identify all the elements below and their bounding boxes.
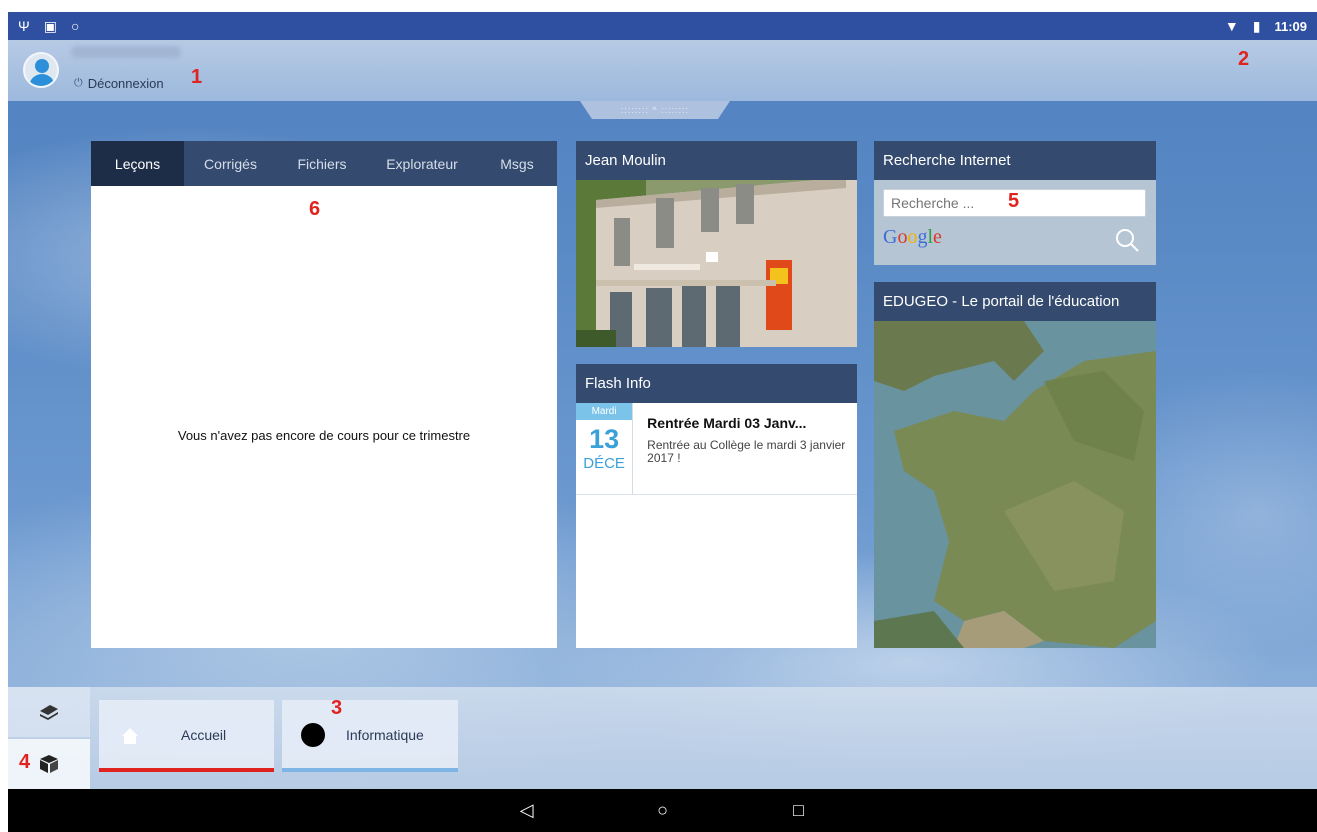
google-logo: Google xyxy=(883,226,942,248)
news-content: Rentrée Mardi 03 Janv... Rentrée au Coll… xyxy=(633,403,857,494)
books-button[interactable] xyxy=(8,687,90,737)
chevron-up-icon: :::::::: ^ :::::::: xyxy=(620,105,690,115)
news-item[interactable]: Mardi 13 DÉCE Rentrée Mardi 03 Janv... R… xyxy=(576,403,857,495)
tab-accueil[interactable]: Accueil xyxy=(99,700,274,772)
tablet-screen: Ψ ▣ ○ ▼ ▮ 11:09 ⏻ Déconnexion 1 2 ::::::… xyxy=(8,12,1317,832)
tab-fichiers[interactable]: Fichiers xyxy=(277,141,367,186)
books-icon xyxy=(40,705,58,720)
top-bar-pull-handle[interactable]: :::::::: ^ :::::::: xyxy=(580,101,730,119)
power-icon: ⏻ xyxy=(74,77,83,89)
internet-search-widget: Recherche Internet 5 Google xyxy=(874,141,1156,265)
clock: 11:09 xyxy=(1274,18,1307,34)
lessons-tabs: Leçons Corrigés Fichiers Explorateur Msg… xyxy=(91,141,557,186)
flash-info-widget: Flash Info Mardi 13 DÉCE Rentrée Mardi 0… xyxy=(576,364,857,648)
avatar-head xyxy=(35,59,49,73)
back-icon[interactable]: ◁ xyxy=(509,800,545,821)
news-date: Mardi 13 DÉCE xyxy=(576,403,634,494)
wifi-icon: ▼ xyxy=(1224,18,1239,34)
school-title: Jean Moulin xyxy=(576,141,857,180)
logout-button[interactable]: ⏻ Déconnexion xyxy=(74,76,164,91)
annotation-3: 3 xyxy=(331,697,343,719)
cube-icon xyxy=(40,755,58,773)
battery-icon: ▮ xyxy=(1252,18,1261,34)
school-photo xyxy=(576,180,857,347)
search-icon[interactable] xyxy=(1114,227,1140,253)
avatar[interactable] xyxy=(23,52,59,88)
france-map-image xyxy=(874,321,1156,648)
tab-informatique-label: Informatique xyxy=(346,727,424,743)
school-widget[interactable]: Jean Moulin xyxy=(576,141,857,347)
search-title: Recherche Internet xyxy=(874,141,1156,180)
course-color-icon xyxy=(301,723,325,747)
usb-icon: Ψ xyxy=(18,18,30,34)
top-bar: ⏻ Déconnexion xyxy=(8,40,1317,101)
news-day-name: Mardi xyxy=(576,403,633,420)
bottom-dock: 4 Accueil Informatique 3 xyxy=(8,687,1317,789)
home-button-icon[interactable]: ○ xyxy=(645,800,681,821)
sync-icon: ○ xyxy=(70,18,80,34)
status-bar: Ψ ▣ ○ ▼ ▮ 11:09 xyxy=(8,12,1317,40)
recents-icon[interactable]: □ xyxy=(781,800,817,821)
tab-corriges[interactable]: Corrigés xyxy=(184,141,277,186)
android-navigation-bar: ◁ ○ □ xyxy=(8,789,1317,832)
tab-msgs[interactable]: Msgs xyxy=(477,141,557,186)
username-redacted xyxy=(71,46,181,58)
avatar-body xyxy=(29,74,55,86)
edugeo-title: EDUGEO - Le portail de l'éducation xyxy=(874,282,1156,321)
active-tab-indicator xyxy=(99,768,274,772)
logout-label: Déconnexion xyxy=(87,76,164,91)
tab-lecons[interactable]: Leçons xyxy=(91,141,184,186)
tab-informatique[interactable]: Informatique xyxy=(282,700,458,772)
news-day-number: 13 xyxy=(589,424,620,454)
flash-info-title: Flash Info xyxy=(576,364,857,403)
tab-indicator xyxy=(282,768,458,772)
tab-accueil-label: Accueil xyxy=(181,727,227,743)
annotation-1: 1 xyxy=(191,66,203,88)
news-month: DÉCE xyxy=(583,455,625,472)
empty-lessons-message: Vous n'avez pas encore de cours pour ce … xyxy=(177,428,471,443)
tab-explorateur[interactable]: Explorateur xyxy=(367,141,477,186)
annotation-5: 5 xyxy=(1008,190,1020,212)
annotation-4: 4 xyxy=(19,751,31,773)
annotation-6: 6 xyxy=(309,198,321,220)
news-body: Rentrée au Collège le mardi 3 janvier 20… xyxy=(647,438,846,465)
home-icon xyxy=(122,728,138,744)
news-title: Rentrée Mardi 03 Janv... xyxy=(647,415,807,431)
lessons-widget: Leçons Corrigés Fichiers Explorateur Msg… xyxy=(91,141,557,648)
annotation-2: 2 xyxy=(1238,48,1250,70)
edugeo-widget[interactable]: EDUGEO - Le portail de l'éducation xyxy=(874,282,1156,648)
sd-card-icon: ▣ xyxy=(43,18,57,34)
